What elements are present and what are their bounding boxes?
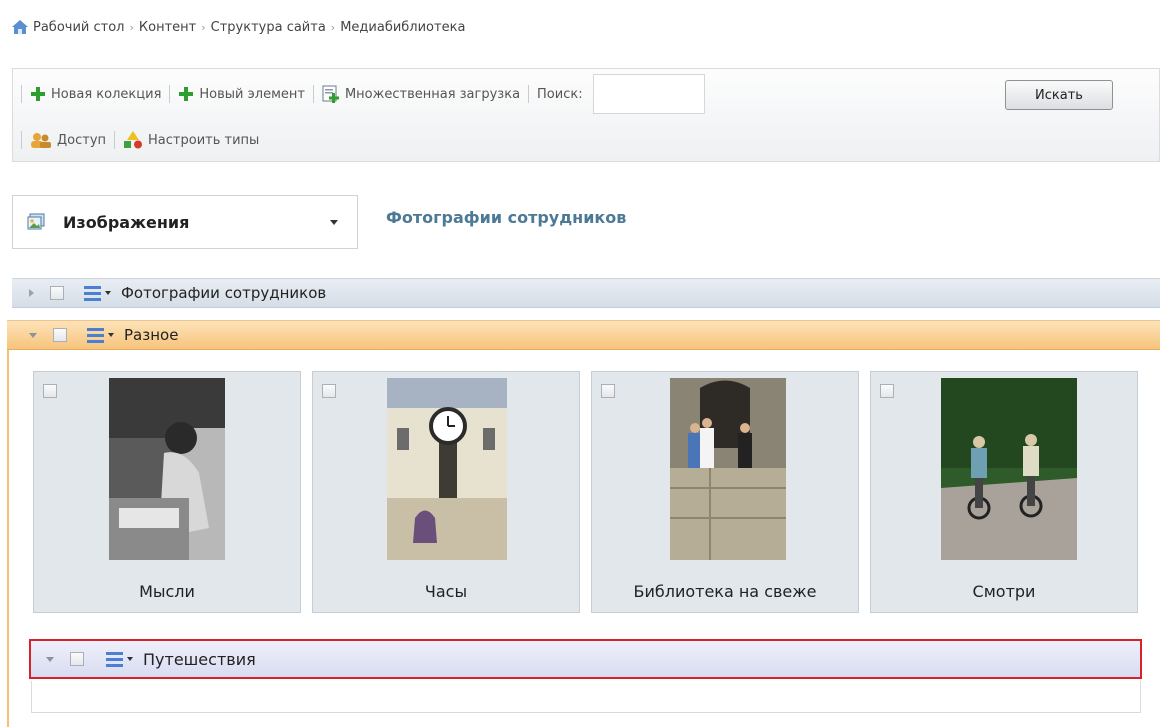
search-input[interactable] [592,74,705,114]
users-icon [31,133,51,148]
media-item[interactable]: Смотри [870,371,1138,613]
breadcrumb-separator: › [201,20,206,34]
media-item-checkbox[interactable] [43,384,57,398]
toolbar-divider [21,85,22,103]
access-button[interactable]: Доступ [30,132,106,148]
media-item[interactable]: Часы [312,371,580,613]
new-item-label: Новый элемент [199,86,305,102]
photo-thumbnail [670,378,786,560]
chevron-down-icon[interactable] [127,657,133,661]
expand-arrow-icon[interactable] [29,289,34,297]
category-label: Разное [124,326,179,344]
search-label: Поиск: [537,86,583,102]
breadcrumb-content[interactable]: Контент [139,20,196,35]
category-label: Фотографии сотрудников [121,284,327,302]
collection-dropdown-value: Изображения [63,212,190,232]
collapse-arrow-icon[interactable] [29,332,37,338]
breadcrumb-media-library[interactable]: Медиабиблиотека [340,20,465,35]
category-row-travel[interactable]: Путешествия [29,639,1142,679]
toolbar-divider [312,85,314,103]
checkbox[interactable] [53,328,67,342]
media-item-checkbox[interactable] [880,384,894,398]
category-row-staff-photos[interactable]: Фотографии сотрудников [12,278,1160,308]
collection-dropdown[interactable]: Изображения [12,195,358,249]
breadcrumb-site-structure[interactable]: Структура сайта [211,20,326,35]
toolbar-divider [114,131,116,149]
new-item-button[interactable]: Новый элемент [178,86,305,102]
configure-types-button[interactable]: Настроить типы [123,131,259,149]
toolbar: Новая колекция Новый элемент Множественн… [12,68,1160,162]
collection-title[interactable]: Фотографии сотрудников [386,208,626,227]
new-collection-label: Новая колекция [51,86,162,102]
media-item-caption: Смотри [972,582,1036,601]
shapes-icon [124,131,143,149]
breadcrumb-separator: › [330,20,336,34]
list-icon[interactable] [106,651,123,667]
category-label: Путешествия [143,649,256,669]
plus-icon [179,87,194,101]
toolbar-divider [169,85,171,103]
chevron-down-icon[interactable] [330,220,338,225]
home-icon[interactable] [12,20,28,34]
search-button[interactable]: Искать [1005,80,1113,110]
photo-thumbnail [109,378,225,560]
multi-upload-button[interactable]: Множественная загрузка [322,85,520,103]
breadcrumb-desktop[interactable]: Рабочий стол [33,20,124,35]
media-item-checkbox[interactable] [322,384,336,398]
photo-thumbnail [941,378,1077,560]
media-item[interactable]: Мысли [33,371,301,613]
collapse-arrow-icon[interactable] [46,656,54,662]
new-collection-button[interactable]: Новая колекция [30,86,161,102]
media-item-caption: Часы [424,582,468,601]
multi-upload-label: Множественная загрузка [344,86,521,102]
checkbox[interactable] [50,286,64,300]
media-item-caption: Библиотека на свеже [633,582,817,601]
list-icon[interactable] [84,285,101,301]
category-misc-border [7,350,9,727]
toolbar-row-1: Новая колекция Новый элемент Множественн… [21,74,705,114]
category-row-misc[interactable]: Разное [7,320,1160,350]
checkbox[interactable] [70,652,84,666]
media-item-caption: Мысли [139,582,195,601]
category-travel-content [31,681,1141,713]
configure-types-label: Настроить типы [148,132,260,148]
toolbar-divider [21,131,22,149]
media-item[interactable]: Библиотека на свеже [591,371,859,613]
media-item-checkbox[interactable] [601,384,615,398]
photo-thumbnail [387,378,507,560]
toolbar-row-2: Доступ Настроить типы [21,125,259,155]
multi-upload-icon [322,85,339,103]
plus-icon [31,87,45,101]
toolbar-divider [528,85,530,103]
list-icon[interactable] [87,327,104,343]
image-icon [27,213,45,230]
chevron-down-icon[interactable] [105,291,111,295]
breadcrumb: Рабочий стол › Контент › Структура сайта… [12,17,465,37]
access-label: Доступ [57,132,107,148]
chevron-down-icon[interactable] [108,333,114,337]
breadcrumb-separator: › [129,20,134,34]
